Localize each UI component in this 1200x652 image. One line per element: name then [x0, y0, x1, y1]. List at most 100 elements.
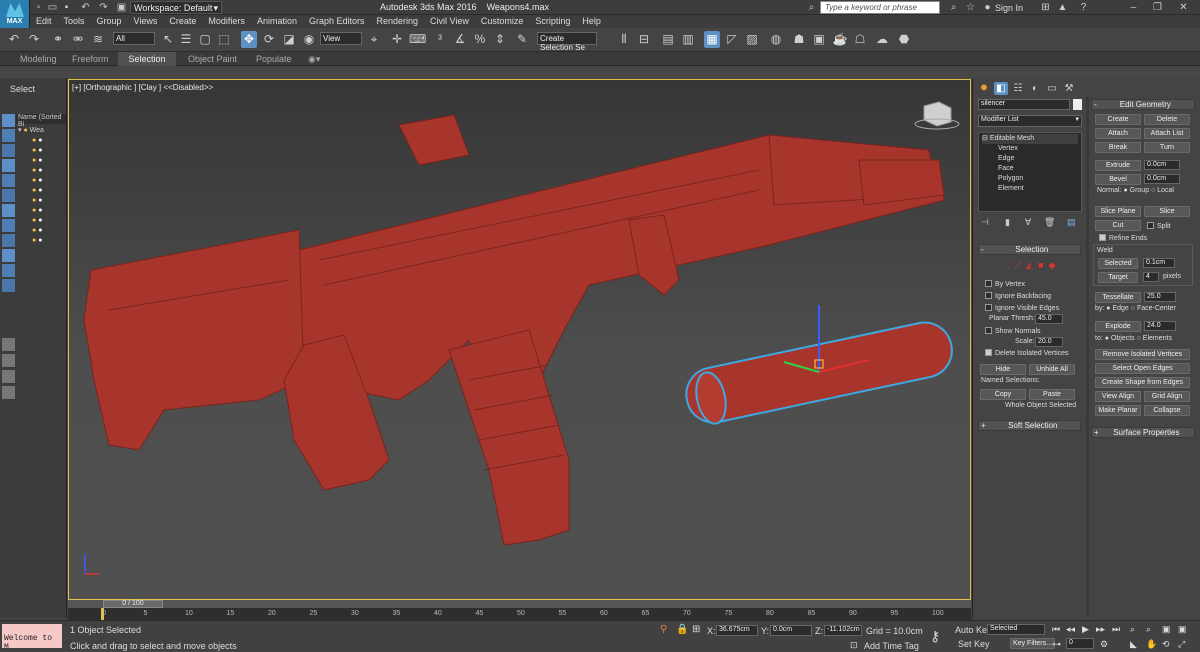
cameras-filter-icon[interactable]: [2, 204, 15, 217]
y-coordinate-field[interactable]: 0.0cm: [770, 625, 812, 636]
select-by-name-icon[interactable]: ☰: [178, 31, 194, 48]
timeline[interactable]: 0 / 100 0 5 10 15 20 25 30 35 40 45 50 55 60 65 70 75 80…: [68, 600, 971, 620]
configure-sets-icon[interactable]: ▤: [1067, 217, 1076, 228]
display-invert-icon[interactable]: [2, 144, 15, 157]
percent-snap-icon[interactable]: %: [472, 31, 488, 48]
view-align-button[interactable]: View Align: [1095, 391, 1141, 402]
maximize-viewport-icon[interactable]: ⤢: [1178, 639, 1185, 650]
app-logo[interactable]: MAX: [0, 0, 30, 28]
stack-item-edge[interactable]: Edge: [982, 154, 1078, 164]
helpers-filter-icon[interactable]: [2, 219, 15, 232]
render-production-icon[interactable]: ☕: [832, 31, 848, 48]
remove-modifier-icon[interactable]: 🗑: [1044, 217, 1055, 228]
groups-filter-icon[interactable]: [2, 249, 15, 262]
slice-plane-button[interactable]: Slice Plane: [1095, 206, 1141, 217]
tessellate-field[interactable]: 25.0: [1144, 292, 1176, 302]
polygon-mode-icon[interactable]: ■: [1038, 260, 1043, 270]
modifier-list-dropdown[interactable]: Modifier List ▾: [978, 115, 1082, 127]
align-icon[interactable]: ⊟: [636, 31, 652, 48]
explorer-root-item[interactable]: ▾ ● Wea: [18, 126, 44, 134]
slice-button[interactable]: Slice: [1144, 206, 1190, 217]
bevel-field[interactable]: 0.0cm: [1144, 174, 1180, 184]
vertex-mode-icon[interactable]: ⁚: [1007, 260, 1010, 270]
open-icon[interactable]: ▭: [47, 2, 58, 13]
rifle-model[interactable]: [69, 80, 971, 600]
ribbon-options-icon[interactable]: ◉▾: [300, 52, 328, 66]
undo-icon[interactable]: ↶: [80, 2, 91, 13]
isolate-icon[interactable]: ⚲: [660, 624, 667, 635]
menu-views[interactable]: Views: [128, 15, 164, 27]
grid-align-button[interactable]: Grid Align: [1144, 391, 1190, 402]
silencer[interactable]: [681, 305, 957, 427]
pan-icon[interactable]: ✋: [1146, 639, 1157, 650]
tessellate-by-options[interactable]: by: ● Edge ○ Face-Center: [1095, 305, 1176, 312]
paste-button[interactable]: Paste: [1029, 389, 1075, 400]
geometry-filter-icon[interactable]: [2, 159, 15, 172]
turn-button[interactable]: Turn: [1144, 142, 1190, 153]
edit-named-sel-icon[interactable]: ✎: [514, 31, 530, 48]
weld-target-field[interactable]: 4: [1143, 272, 1159, 282]
menu-group[interactable]: Group: [91, 15, 128, 27]
stack-item-polygon[interactable]: Polygon: [982, 174, 1078, 184]
ignore-backfacing-checkbox[interactable]: Ignore Backfacing: [985, 292, 1051, 300]
attach-button[interactable]: Attach: [1095, 128, 1141, 139]
next-frame-icon[interactable]: ▸▸: [1096, 624, 1105, 635]
remove-isolated-button[interactable]: Remove Isolated Vertices: [1095, 349, 1190, 360]
set-key-button[interactable]: Set Key: [958, 639, 990, 649]
viewcube-icon[interactable]: [914, 101, 960, 130]
manipulate-icon[interactable]: ✛: [389, 31, 405, 48]
delete-isolated-checkbox[interactable]: Delete Isolated Vertices: [985, 349, 1069, 357]
stack-item-element[interactable]: Element: [982, 184, 1078, 194]
render-iterative-icon[interactable]: ☖: [852, 31, 868, 48]
menu-tools[interactable]: Tools: [58, 15, 91, 27]
x-coordinate-field[interactable]: 36.675cm: [716, 625, 758, 636]
time-slider[interactable]: 0 / 100: [103, 600, 163, 608]
list-item[interactable]: ● ●: [32, 176, 62, 186]
menu-animation[interactable]: Animation: [251, 15, 303, 27]
explode-button[interactable]: Explode: [1095, 321, 1141, 332]
menu-customize[interactable]: Customize: [475, 15, 530, 27]
delete-button[interactable]: Delete: [1144, 114, 1190, 125]
maxscript-listener[interactable]: Welcome to M: [2, 624, 62, 652]
extrude-field[interactable]: 0.0cm: [1144, 160, 1180, 170]
stack-item-editable-mesh[interactable]: ⊟ Editable Mesh: [982, 134, 1078, 144]
bones-filter-icon[interactable]: [2, 279, 15, 292]
ignore-visible-edges-checkbox[interactable]: Ignore Visible Edges: [985, 304, 1059, 312]
find-icon[interactable]: [2, 338, 15, 351]
tab-object-paint[interactable]: Object Paint: [180, 52, 245, 66]
new-icon[interactable]: ▫: [33, 2, 44, 13]
keyboard-shortcut-icon[interactable]: ⌨: [409, 31, 426, 48]
menu-edit[interactable]: Edit: [30, 15, 58, 27]
unhide-all-button[interactable]: Unhide All: [1029, 364, 1075, 375]
list-item[interactable]: ● ●: [32, 196, 62, 206]
time-tag-icon[interactable]: ⊡: [850, 640, 858, 651]
key-mode-icon[interactable]: ⊶: [1052, 639, 1061, 650]
display-none-icon[interactable]: [2, 114, 15, 127]
key-mode-dropdown[interactable]: Selected: [987, 624, 1045, 635]
render-cloud-icon[interactable]: ☁: [874, 31, 890, 48]
menu-civil-view[interactable]: Civil View: [424, 15, 475, 27]
tab-populate[interactable]: Populate: [248, 52, 300, 66]
edge-mode-icon[interactable]: ⟋: [1015, 260, 1021, 270]
extrude-button[interactable]: Extrude: [1095, 160, 1141, 171]
menu-graph-editors[interactable]: Graph Editors: [303, 15, 371, 27]
stack-item-face[interactable]: Face: [982, 164, 1078, 174]
menu-help[interactable]: Help: [576, 15, 607, 27]
sort-icon[interactable]: [2, 354, 15, 367]
list-item[interactable]: ● ●: [32, 146, 62, 156]
previous-frame-icon[interactable]: ◂◂: [1066, 624, 1075, 635]
spinner-snap-icon[interactable]: ⇕: [492, 31, 508, 48]
help-icon[interactable]: ?: [1078, 2, 1089, 13]
material-editor-icon[interactable]: ◍: [768, 31, 784, 48]
menu-create[interactable]: Create: [163, 15, 202, 27]
utilities-tab-icon[interactable]: ⚒: [1062, 82, 1076, 95]
angle-snap-icon[interactable]: ∡: [452, 31, 468, 48]
tab-freeform[interactable]: Freeform: [64, 52, 117, 66]
current-frame-field[interactable]: 0: [1066, 638, 1094, 649]
search-icon[interactable]: ⌕: [948, 2, 959, 13]
curve-editor-icon[interactable]: ◸: [724, 31, 740, 48]
shapes-filter-icon[interactable]: [2, 174, 15, 187]
pivot-center-icon[interactable]: ⌖: [366, 31, 382, 48]
list-item[interactable]: ● ●: [32, 206, 62, 216]
object-name-field[interactable]: silencer: [978, 99, 1070, 110]
